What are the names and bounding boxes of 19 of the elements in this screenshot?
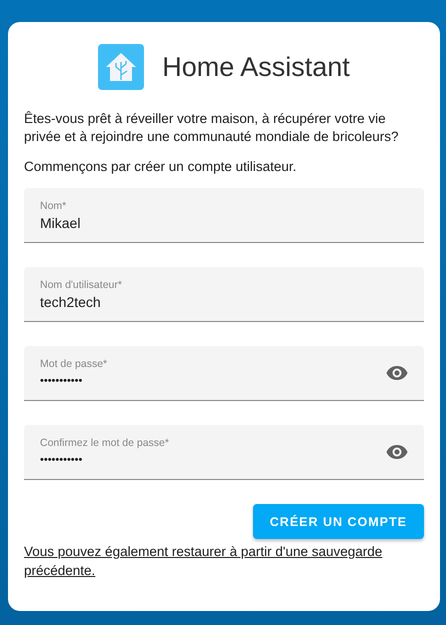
restore-link[interactable]: Vous pouvez également restaurer à partir d'une sauvegarde précédente.: [24, 542, 394, 580]
field-value: Mikael: [40, 214, 82, 233]
eye-icon[interactable]: [386, 444, 408, 460]
password-field[interactable]: Confirmez le mot de passe* •••••••••••: [24, 425, 424, 480]
field-label: Confirmez le mot de passe*: [40, 436, 170, 450]
prompt-text: Commençons par créer un compte utilisateur.: [24, 158, 298, 176]
house-logo-icon: [98, 44, 144, 90]
input-field[interactable]: Nom* Mikael: [24, 188, 424, 243]
password-field[interactable]: Mot de passe* •••••••••••: [24, 346, 424, 401]
field-label: Mot de passe*: [40, 357, 108, 371]
field-label: Nom d'utilisateur*: [40, 278, 123, 292]
field-value: •••••••••••: [40, 453, 84, 468]
eye-icon[interactable]: [386, 365, 408, 381]
field-label: Nom*: [40, 199, 68, 213]
app-title: Home Assistant: [162, 52, 350, 82]
input-field[interactable]: Nom d'utilisateur* tech2tech: [24, 267, 424, 322]
field-value: •••••••••••: [40, 374, 84, 389]
intro-text: Êtes-vous prêt à réveiller votre maison, à récupérer votre vie privée et à rejoindre une communauté mondiale de bricoleurs?: [24, 110, 400, 146]
field-value: tech2tech: [40, 293, 102, 312]
